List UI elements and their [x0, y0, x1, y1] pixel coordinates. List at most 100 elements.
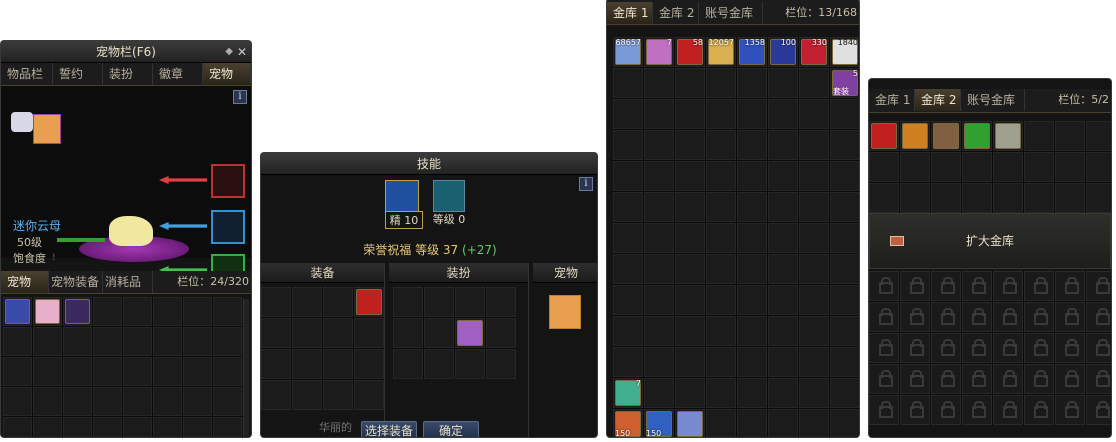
vault-slot[interactable]: [737, 347, 767, 377]
grid-slot[interactable]: [153, 417, 182, 437]
grid-slot[interactable]: [3, 327, 32, 356]
vault-slot[interactable]: [644, 347, 674, 377]
vault-slot[interactable]: 7: [644, 37, 674, 67]
vault-slot[interactable]: [737, 192, 767, 222]
vault-slot[interactable]: [675, 409, 705, 437]
vault-slot[interactable]: [706, 316, 736, 346]
vault-slot[interactable]: [799, 285, 829, 315]
vault-slot[interactable]: [675, 68, 705, 98]
vault-slot[interactable]: [737, 68, 767, 98]
vault-slot[interactable]: [799, 223, 829, 253]
vault-slot[interactable]: [993, 152, 1023, 182]
grid-slot[interactable]: [153, 327, 182, 356]
info-icon[interactable]: i: [233, 90, 247, 104]
vault-slot[interactable]: [768, 192, 798, 222]
pet-slot-red[interactable]: [211, 164, 245, 198]
vault-slot[interactable]: [900, 121, 930, 151]
vault-slot[interactable]: [900, 152, 930, 182]
tab-vault-1[interactable]: 金库 1: [869, 89, 915, 111]
vault-slot[interactable]: [768, 316, 798, 346]
pet-slot-blue[interactable]: [211, 210, 245, 244]
grid-slot[interactable]: [183, 387, 212, 416]
vault-slot[interactable]: [993, 183, 1023, 213]
vault-slot[interactable]: [799, 192, 829, 222]
equip-slot[interactable]: [354, 318, 384, 348]
vault-slot[interactable]: [830, 192, 859, 222]
vault-slot[interactable]: [830, 285, 859, 315]
vault-slot[interactable]: [706, 378, 736, 408]
tab-account-vault[interactable]: 账号金库: [699, 2, 763, 24]
tab-emblem[interactable]: 徽章: [153, 63, 203, 85]
equip-slot[interactable]: [354, 380, 384, 410]
vault-slot[interactable]: [644, 254, 674, 284]
grid-slot[interactable]: [3, 417, 32, 437]
vault-slot[interactable]: [644, 161, 674, 191]
pet-item[interactable]: [5, 299, 30, 324]
tab-pet[interactable]: 宠物: [203, 63, 251, 85]
vault-slot[interactable]: [830, 130, 859, 160]
vault-slot[interactable]: [962, 183, 992, 213]
vault-slot[interactable]: [644, 316, 674, 346]
grid-slot[interactable]: [123, 297, 152, 326]
vault-slot[interactable]: [706, 192, 736, 222]
equip-slot[interactable]: [292, 287, 322, 317]
vault-slot[interactable]: [737, 409, 767, 437]
vault-slot[interactable]: [706, 254, 736, 284]
vault-slot[interactable]: [613, 316, 643, 346]
equip-slot[interactable]: [323, 287, 353, 317]
grid-slot[interactable]: [3, 357, 32, 386]
vault-slot[interactable]: [675, 99, 705, 129]
scrollbar[interactable]: [243, 299, 249, 437]
vault-slot[interactable]: [706, 409, 736, 437]
vault-item[interactable]: [871, 123, 897, 149]
vault-slot[interactable]: [799, 99, 829, 129]
grid-slot[interactable]: [33, 297, 62, 326]
pet-equip-slot[interactable]: [549, 295, 581, 329]
vault-slot[interactable]: [737, 161, 767, 191]
vault-slot[interactable]: [675, 378, 705, 408]
grid-slot[interactable]: [123, 417, 152, 437]
vault-slot[interactable]: [644, 378, 674, 408]
pin-icon[interactable]: ◆: [225, 41, 233, 63]
grid-slot[interactable]: [93, 327, 122, 356]
avatar-slot[interactable]: [393, 349, 423, 379]
equip-item[interactable]: [356, 289, 382, 315]
select-equipment-button[interactable]: 选择装备: [361, 421, 417, 437]
grid-slot[interactable]: [33, 327, 62, 356]
equip-slot[interactable]: [261, 380, 291, 410]
expand-vault-bar[interactable]: 扩大金库: [869, 213, 1111, 269]
vault-slot[interactable]: [737, 285, 767, 315]
vault-slot[interactable]: [644, 223, 674, 253]
grid-slot[interactable]: [183, 327, 212, 356]
vault-slot[interactable]: [613, 192, 643, 222]
vault-item[interactable]: [902, 123, 928, 149]
vault-slot[interactable]: [737, 254, 767, 284]
equip-slot[interactable]: [354, 287, 384, 317]
equip-slot[interactable]: [323, 380, 353, 410]
skill-slot-main[interactable]: [385, 180, 419, 212]
vault-slot[interactable]: [613, 223, 643, 253]
vault-slot[interactable]: 7: [613, 378, 643, 408]
vault-slot[interactable]: [644, 130, 674, 160]
vault-slot[interactable]: [737, 223, 767, 253]
close-icon[interactable]: ✕: [237, 41, 247, 63]
tab-account-vault[interactable]: 账号金库: [961, 89, 1025, 111]
grid-slot[interactable]: [33, 357, 62, 386]
vault-slot[interactable]: [830, 254, 859, 284]
grid-slot[interactable]: [153, 297, 182, 326]
vault-item[interactable]: [995, 123, 1021, 149]
grid-slot[interactable]: [93, 357, 122, 386]
vault-slot[interactable]: [613, 161, 643, 191]
skill-slot-secondary[interactable]: [433, 180, 465, 212]
vault-slot[interactable]: [768, 223, 798, 253]
info-icon[interactable]: i: [579, 177, 593, 191]
vault-slot[interactable]: [644, 99, 674, 129]
vault-slot[interactable]: 1840: [830, 37, 859, 67]
vault-item[interactable]: [964, 123, 990, 149]
vault-slot[interactable]: [931, 183, 961, 213]
vault-slot[interactable]: [799, 68, 829, 98]
equip-slot[interactable]: [292, 318, 322, 348]
vault-slot[interactable]: [1086, 121, 1111, 151]
vault-slot[interactable]: 58: [675, 37, 705, 67]
vault-slot[interactable]: [768, 130, 798, 160]
